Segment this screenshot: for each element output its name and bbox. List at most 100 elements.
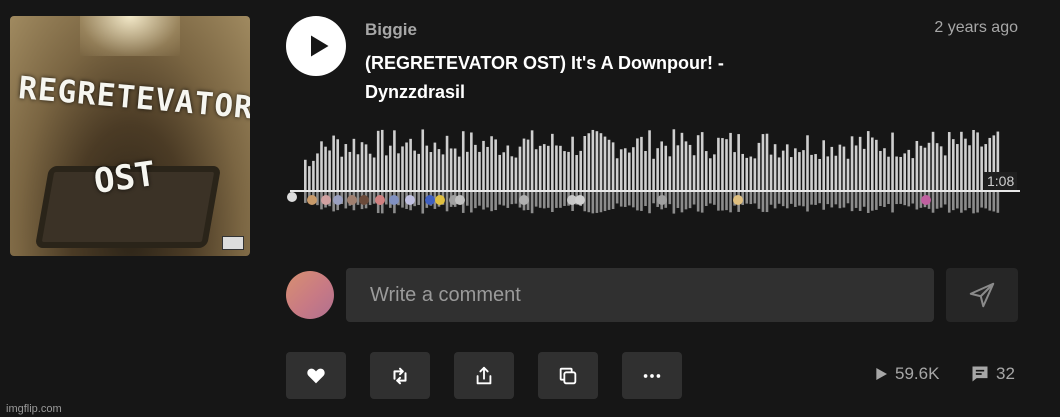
timed-comment-avatar[interactable] bbox=[435, 195, 445, 205]
track-title[interactable]: (REGRETEVATOR OST) It's A Downpour! - Dy… bbox=[365, 49, 795, 107]
timed-comment-avatar[interactable] bbox=[359, 195, 369, 205]
timed-comment-avatar[interactable] bbox=[657, 195, 667, 205]
waveform-bar bbox=[943, 155, 947, 190]
timed-comment-avatar[interactable] bbox=[519, 195, 529, 205]
waveform-bar-reflection bbox=[684, 192, 688, 210]
waveform-bar-reflection bbox=[907, 192, 911, 207]
timed-comment-avatar[interactable] bbox=[455, 195, 465, 205]
waveform-bar bbox=[915, 140, 919, 190]
waveform-bar-reflection bbox=[806, 192, 809, 212]
waveform-bar-reflection bbox=[368, 192, 372, 206]
waveform-bar bbox=[939, 146, 943, 190]
waveform-bar-reflection bbox=[765, 192, 769, 213]
waveform-bar-reflection bbox=[421, 192, 425, 214]
timed-comment-avatar[interactable] bbox=[307, 195, 317, 205]
waveform-bar bbox=[603, 136, 607, 190]
waveform-bar bbox=[713, 154, 716, 190]
waveform-bar-reflection bbox=[818, 192, 821, 204]
play-button[interactable] bbox=[286, 16, 346, 76]
waveform-bar bbox=[583, 136, 587, 190]
waveform-bar bbox=[522, 138, 526, 190]
waveform-bar-reflection bbox=[474, 192, 477, 209]
comment-count[interactable]: 32 bbox=[970, 364, 1015, 384]
waveform-bar bbox=[393, 130, 396, 190]
share-button[interactable] bbox=[454, 352, 514, 399]
copy-icon bbox=[559, 367, 577, 384]
waveform-bar bbox=[838, 144, 842, 190]
waveform-bar-reflection bbox=[709, 192, 712, 204]
play-icon bbox=[311, 35, 329, 57]
waveform-bar-reflection bbox=[939, 192, 943, 208]
waveform-bar bbox=[777, 157, 781, 190]
waveform-bar-reflection bbox=[769, 192, 773, 205]
waveform-bar bbox=[806, 135, 809, 190]
artist-name[interactable]: Biggie bbox=[365, 20, 417, 40]
waveform-bar bbox=[348, 151, 352, 190]
waveform-bar-reflection bbox=[822, 192, 825, 210]
waveform-bar-reflection bbox=[964, 192, 967, 211]
waveform-bar-reflection bbox=[952, 192, 955, 211]
waveform-bar-reflection bbox=[956, 192, 959, 209]
more-button[interactable] bbox=[622, 352, 682, 399]
send-comment-button[interactable] bbox=[946, 268, 1018, 322]
waveform-bar-reflection bbox=[790, 192, 793, 204]
timed-comment-avatar[interactable] bbox=[733, 195, 743, 205]
waveform-bar-reflection bbox=[862, 192, 866, 207]
waveform-bar bbox=[879, 150, 882, 190]
copy-link-button[interactable] bbox=[538, 352, 598, 399]
waveform-bar-reflection bbox=[717, 192, 720, 211]
waveform-bar bbox=[826, 156, 830, 190]
waveform-bar bbox=[733, 152, 736, 190]
waveform-bar bbox=[972, 129, 975, 190]
waveform-bar-reflection bbox=[668, 192, 672, 205]
waveform-bar-reflection bbox=[794, 192, 797, 207]
waveform-bar-reflection bbox=[417, 192, 420, 205]
timed-comment-avatar[interactable] bbox=[575, 195, 585, 205]
waveform-bar bbox=[964, 138, 967, 190]
timed-comment-avatar[interactable] bbox=[375, 195, 385, 205]
waveform-bar bbox=[704, 151, 708, 190]
waveform-bar-reflection bbox=[587, 192, 591, 213]
waveform-bar bbox=[409, 138, 412, 190]
like-button[interactable] bbox=[286, 352, 346, 399]
waveform-bar-reflection bbox=[749, 192, 753, 205]
waveform-bar bbox=[445, 135, 449, 190]
waveform-bar bbox=[980, 146, 983, 190]
waveform-bar-reflection bbox=[899, 192, 902, 204]
waveform-bar-reflection bbox=[879, 192, 882, 207]
waveform-bar bbox=[518, 146, 522, 190]
timed-comment-avatar[interactable] bbox=[321, 195, 331, 205]
timed-comment-avatar[interactable] bbox=[389, 195, 399, 205]
waveform-bar bbox=[834, 155, 838, 190]
waveform-bar-reflection bbox=[996, 192, 1000, 213]
waveform-bar bbox=[368, 153, 372, 190]
repost-button[interactable] bbox=[370, 352, 430, 399]
waveform-bar-reflection bbox=[652, 192, 655, 204]
comment-input[interactable] bbox=[346, 268, 934, 322]
waveform-bar-reflection bbox=[632, 192, 635, 208]
waveform-bar bbox=[356, 154, 360, 190]
waveform-bar bbox=[441, 154, 445, 190]
timed-comment-avatar[interactable] bbox=[425, 195, 435, 205]
waveform-bar bbox=[956, 144, 959, 190]
waveform-bar bbox=[559, 145, 562, 190]
timed-comment-avatar[interactable] bbox=[921, 195, 931, 205]
waveform-bar-reflection bbox=[498, 192, 501, 205]
waveform-bars[interactable] bbox=[290, 125, 1020, 217]
scrub-handle[interactable] bbox=[287, 192, 297, 202]
timed-comment-avatar[interactable] bbox=[347, 195, 357, 205]
waveform-bar-reflection bbox=[798, 192, 801, 206]
timed-comment-avatar[interactable] bbox=[333, 195, 343, 205]
timed-comment-avatar[interactable] bbox=[405, 195, 415, 205]
more-icon bbox=[643, 373, 661, 378]
track-artwork[interactable]: REGRETEVATOR OST bbox=[10, 16, 250, 256]
waveform-bar-reflection bbox=[559, 192, 562, 208]
waveform-bar-reflection bbox=[761, 192, 765, 212]
waveform-bar bbox=[709, 158, 712, 190]
waveform[interactable] bbox=[290, 125, 1020, 217]
waveform-bar bbox=[397, 153, 400, 190]
user-avatar[interactable] bbox=[286, 271, 334, 319]
waveform-bar bbox=[615, 158, 619, 190]
waveform-bar bbox=[871, 137, 874, 190]
waveform-bar bbox=[555, 145, 558, 190]
